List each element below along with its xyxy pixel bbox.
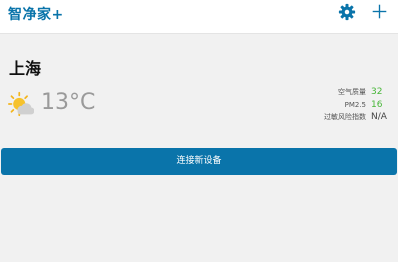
air-metrics-panel: 空气质量 32 PM2.5 16 过敏风险指数 N/A: [269, 86, 389, 124]
metric-label: PM2.5: [344, 100, 366, 109]
metric-value: N/A: [371, 112, 387, 123]
metric-label: 空气质量: [338, 88, 366, 97]
metric-pm25: PM2.5 16: [269, 99, 389, 112]
metric-value: 16: [371, 99, 383, 110]
top-app-bar: 智净家+: [0, 0, 398, 34]
city-name: 上海: [9, 59, 42, 78]
plus-icon[interactable]: [371, 3, 388, 20]
app-title: 智净家+: [8, 7, 64, 23]
metric-allergy-risk: 过敏风险指数 N/A: [269, 111, 389, 124]
temperature: 13°C: [41, 90, 96, 115]
partly-sunny-icon: [8, 91, 34, 117]
metric-air-quality: 空气质量 32: [269, 86, 389, 99]
metric-label: 过敏风险指数: [324, 113, 366, 122]
gear-icon[interactable]: [338, 3, 356, 21]
metric-value: 32: [371, 87, 383, 98]
connect-new-device-button[interactable]: 连接新设备: [1, 148, 397, 175]
